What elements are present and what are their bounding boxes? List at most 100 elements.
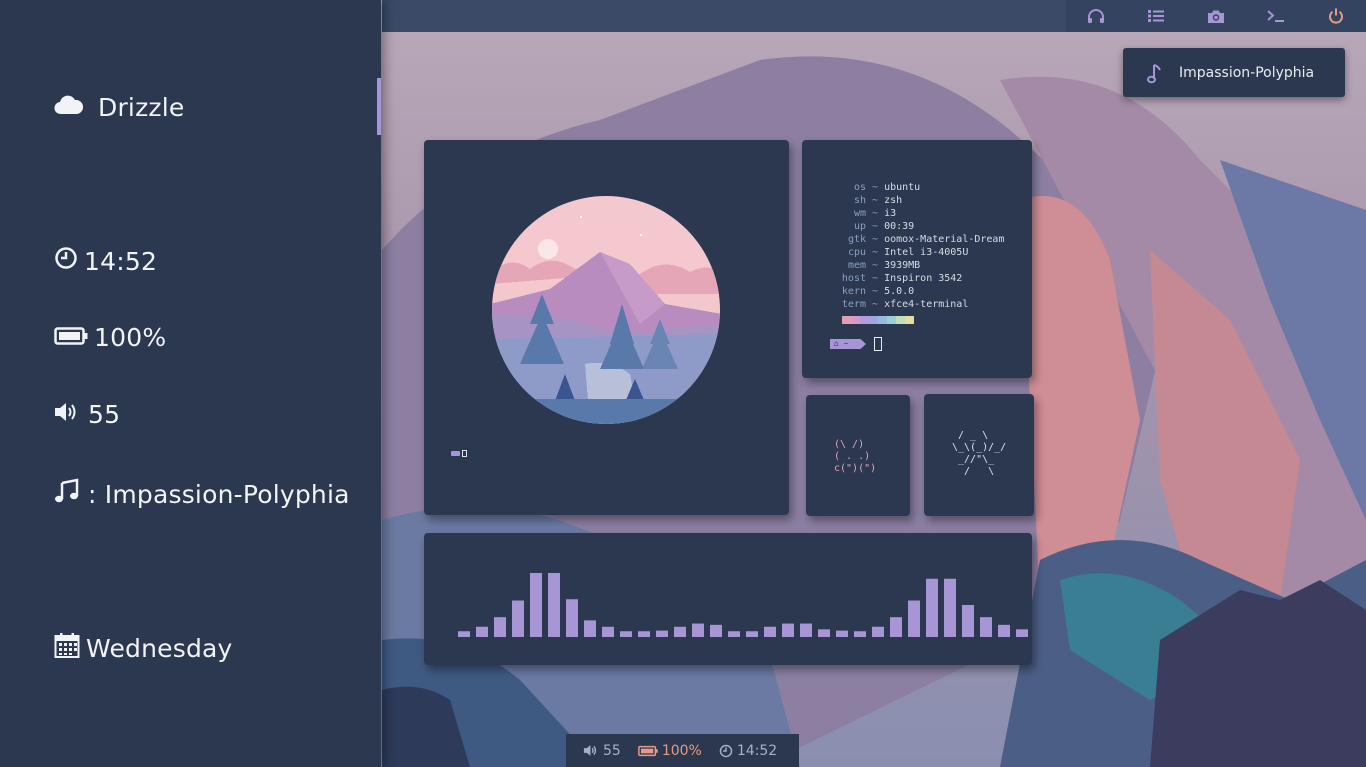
bunny-ascii-art: (\ /) ( . .) c(")(") (834, 439, 877, 474)
visualizer-bar (926, 578, 938, 637)
weather-label: Drizzle (98, 93, 185, 122)
fetch-key: sh (853, 195, 866, 206)
fetch-key: wm (853, 208, 866, 219)
now-playing-popup[interactable]: Impassion-Polyphia (1123, 48, 1345, 97)
fetch-row: gtk ~ oomox-Material-Dream (830, 233, 1005, 246)
terminal-button[interactable] (1246, 0, 1306, 32)
fetch-value: 5.0.0 (884, 286, 915, 297)
palette-swatch (860, 316, 869, 324)
fetch-value: 3939MB (884, 260, 921, 271)
audio-visualizer[interactable] (424, 533, 1032, 665)
fetch-separator: ~ (866, 208, 885, 219)
fetch-value: Intel i3-4005U (884, 247, 969, 258)
visualizer-bar (458, 631, 470, 637)
power-button[interactable] (1306, 0, 1366, 32)
power-icon (1329, 8, 1343, 24)
clock-icon (54, 246, 78, 276)
fetch-row: kern ~ 5.0.0 (830, 285, 1004, 298)
camera-icon (1208, 10, 1224, 23)
battery-icon (637, 745, 658, 756)
visualizer-bar (674, 626, 686, 637)
fetch-separator: ~ (866, 182, 885, 193)
visualizer-bar (1016, 629, 1028, 637)
home-icon: ⌂ (834, 339, 839, 348)
visualizer-bar (710, 624, 722, 637)
headphones-button[interactable] (1066, 0, 1126, 32)
color-palette (842, 316, 914, 324)
spider-ascii-art: / _ \ \_\(_)/_/ _//"\_ / \ (952, 430, 1007, 477)
battery-row: 100% (54, 323, 166, 352)
fetch-key: host (841, 273, 866, 284)
system-tray (1066, 0, 1366, 32)
day-row: Wednesday (54, 632, 233, 664)
visualizer-bar (728, 631, 740, 637)
fetch-value: ubuntu (884, 182, 921, 193)
calendar-icon (54, 632, 80, 664)
bottom-volume: 55 (583, 743, 621, 759)
fetch-key: up (853, 221, 866, 232)
clock-icon (719, 744, 733, 757)
battery-icon (54, 323, 88, 352)
volume-icon (583, 745, 597, 756)
visualizer-bar (476, 626, 488, 637)
visualizer-bar (782, 623, 794, 637)
fetch-key: os (853, 182, 866, 193)
clock-row: 14:52 (54, 246, 157, 276)
bunny-ascii-terminal[interactable]: (\ /) ( . .) c(")(") (806, 395, 910, 516)
fetch-key: cpu (847, 247, 866, 258)
visualizer-bar (872, 626, 884, 637)
volume-icon (54, 400, 80, 429)
music-note-icon (54, 478, 80, 510)
visualizer-bar (530, 573, 542, 637)
visualizer-bar (998, 624, 1010, 637)
visualizer-bar (890, 617, 902, 637)
list-button[interactable] (1126, 0, 1186, 32)
bottom-battery-value: 100% (661, 742, 702, 759)
prompt-pill (451, 451, 460, 456)
visualizer-bar (548, 573, 560, 637)
palette-swatch (905, 316, 914, 324)
top-bar (382, 0, 1366, 32)
volume-value: 55 (88, 400, 121, 429)
palette-swatch (887, 316, 896, 324)
sidebar-accent-bar (377, 78, 381, 135)
palette-swatch (842, 316, 851, 324)
fetch-value: zsh (884, 195, 903, 206)
visualizer-bar (494, 617, 506, 637)
fetch-separator: ~ (866, 260, 885, 271)
terminal-prompt: ⌂ ~ (830, 337, 882, 351)
pixel-art-terminal[interactable] (424, 140, 789, 515)
fetch-key: mem (847, 260, 866, 271)
visualizer-bar (962, 605, 974, 637)
fetch-row: sh ~ zsh (830, 194, 1004, 207)
now-playing-title: Impassion-Polyphia (1179, 64, 1315, 81)
spider-ascii-terminal[interactable]: / _ \ \_\(_)/_/ _//"\_ / \ (924, 394, 1034, 516)
fetch-value: xfce4-terminal (884, 299, 969, 310)
visualizer-bar (818, 629, 830, 637)
visualizer-bar (836, 630, 848, 637)
visualizer-bar (584, 620, 596, 637)
music-note-icon (1147, 63, 1161, 83)
list-icon (1148, 10, 1164, 22)
fetch-separator: ~ (866, 221, 885, 232)
visualizer-bar (620, 631, 632, 637)
palette-swatch (878, 316, 887, 324)
terminal-icon (1267, 10, 1284, 22)
day-value: Wednesday (86, 633, 233, 663)
pixel-art-image (492, 196, 720, 424)
fetch-value: oomox-Material-Dream (884, 234, 1005, 245)
palette-swatch (851, 316, 860, 324)
fetch-row: host ~ Inspiron 3542 (830, 272, 1004, 285)
screenshot-button[interactable] (1186, 0, 1246, 32)
bottom-clock: 14:52 (719, 743, 777, 759)
fetch-key: kern (841, 286, 866, 297)
fetch-terminal[interactable]: os ~ ubuntu sh ~ zsh wm ~ i3 up ~ 00:39 gtk … (802, 140, 1032, 378)
art-terminal-prompt (451, 450, 467, 457)
visualizer-bar (638, 631, 650, 637)
music-row: : Impassion-Polyphia (54, 478, 350, 510)
fetch-value: 00:39 (884, 221, 915, 232)
music-value: : Impassion-Polyphia (88, 479, 350, 509)
prompt-cursor (462, 450, 467, 457)
prompt-label: ~ (843, 339, 849, 348)
terminal-cursor (874, 337, 882, 351)
